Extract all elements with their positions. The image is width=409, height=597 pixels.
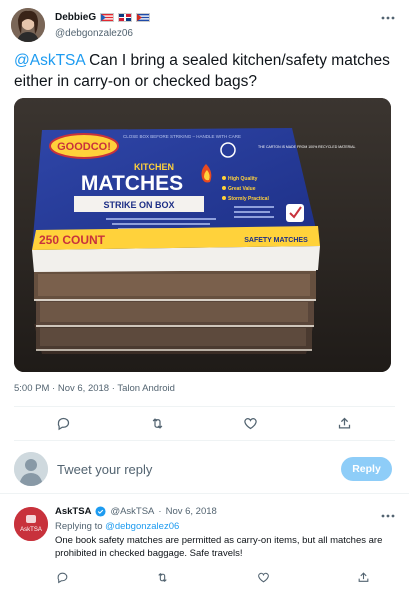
photo-count: 250 COUNT xyxy=(39,233,106,247)
like-icon[interactable] xyxy=(243,416,258,431)
author-name[interactable]: DebbieG xyxy=(55,12,96,23)
divider xyxy=(14,440,395,441)
reply-icon[interactable] xyxy=(56,416,71,431)
puerto-rico-flag-icon xyxy=(100,13,115,22)
photo-recycle-text: THE CARTON IS MADE FROM 100% RECYCLED MA… xyxy=(258,145,355,149)
divider xyxy=(14,406,395,407)
reply-author-row: AskTSA @AskTSA · Nov 6, 2018 xyxy=(55,506,217,517)
tweet-source[interactable]: Talon Android xyxy=(117,383,175,394)
share-icon[interactable] xyxy=(337,416,352,431)
asktsa-avatar[interactable]: AskTSA xyxy=(14,507,48,541)
reply-icon[interactable] xyxy=(56,571,69,584)
tweet-meta: 5:00 PM · Nov 6, 2018 · Talon Android xyxy=(14,383,175,394)
author-name-row[interactable]: DebbieG xyxy=(55,12,151,23)
more-options-icon[interactable] xyxy=(381,9,395,23)
retweet-icon[interactable] xyxy=(156,571,169,584)
reply-date[interactable]: Nov 6, 2018 xyxy=(166,506,217,517)
tweet-time[interactable]: 5:00 PM xyxy=(14,383,49,394)
reply-author-name[interactable]: AskTSA xyxy=(55,506,91,517)
retweet-icon[interactable] xyxy=(150,416,165,431)
tweet-text: @AskTSA Can I bring a sealed kitchen/saf… xyxy=(14,50,398,92)
brand-logo: GOODCO! xyxy=(57,141,111,153)
replying-to: Replying to @debgonzalez06 xyxy=(55,521,179,532)
feature-2: Great Value xyxy=(228,186,256,192)
replying-to-handle[interactable]: @debgonzalez06 xyxy=(105,521,179,532)
reply-input[interactable]: Tweet your reply xyxy=(57,462,152,477)
reply-author-handle[interactable]: @AskTSA xyxy=(110,506,154,517)
author-handle[interactable]: @debgonzalez06 xyxy=(55,28,133,39)
feature-1: High Quality xyxy=(228,176,258,182)
divider xyxy=(0,493,409,494)
replying-to-label: Replying to xyxy=(55,521,103,532)
photo-side-label: SAFETY MATCHES xyxy=(244,237,308,244)
tweet-action-bar xyxy=(14,416,394,431)
cuba-flag-icon xyxy=(136,13,151,22)
share-icon[interactable] xyxy=(357,571,370,584)
reply-action-bar xyxy=(40,571,370,584)
tweet-date[interactable]: Nov 6, 2018 xyxy=(58,383,109,394)
current-user-avatar[interactable] xyxy=(14,452,48,486)
meta-separator: · xyxy=(158,506,162,517)
author-avatar[interactable] xyxy=(11,8,45,42)
photo-subtitle: STRIKE ON BOX xyxy=(103,200,174,210)
photo-title-small: KITCHEN xyxy=(134,162,174,172)
mention-link[interactable]: @AskTSA xyxy=(14,52,85,69)
tweet-photo[interactable]: GOODCO! CLOSE BOX BEFORE STRIKING – HAND… xyxy=(14,98,391,372)
feature-3: Stormly Practical xyxy=(228,196,269,202)
verified-badge-icon xyxy=(95,506,106,517)
dominican-flag-icon xyxy=(118,13,133,22)
asktsa-avatar-text: AskTSA xyxy=(20,527,42,533)
photo-warning-text: CLOSE BOX BEFORE STRIKING – HANDLE WITH … xyxy=(123,134,241,139)
reply-button[interactable]: Reply xyxy=(341,457,392,481)
photo-title: MATCHES xyxy=(81,172,183,195)
reply-text: One book safety matches are permitted as… xyxy=(55,535,383,559)
reply-more-options-icon[interactable] xyxy=(381,507,395,521)
like-icon[interactable] xyxy=(257,571,270,584)
